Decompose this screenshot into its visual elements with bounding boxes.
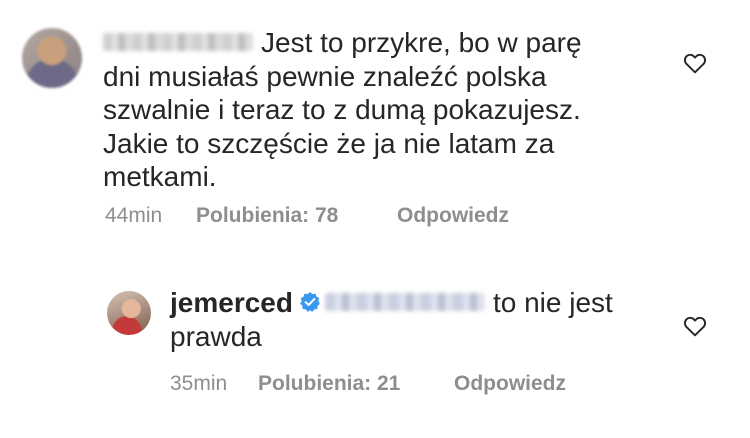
comment-line: Jest to przykre, bo w parę (261, 27, 582, 58)
heart-outline-icon[interactable] (683, 315, 707, 337)
comment-line: Jakie to szczęście że ja nie latam za (103, 127, 555, 159)
comment-text: jemerced to nie jest prawda (170, 286, 690, 353)
comment-text: Jest to przykre, bo w parę dni musiałaś p… (103, 26, 663, 194)
heart-outline-icon[interactable] (683, 52, 707, 74)
likes-count-link[interactable]: Polubienia: 78 (196, 204, 338, 228)
blurred-mention (324, 292, 485, 311)
comment-time: 35min (170, 372, 228, 395)
comment-line: metkami. (103, 161, 217, 192)
avatar[interactable] (22, 28, 82, 88)
blurred-username (103, 32, 253, 51)
comment-line: dni musiałaś pewnie znaleźć polska (103, 60, 547, 92)
comment-line: szwalnie i teraz to z dumą pokazujesz. (103, 94, 581, 125)
comment-time: 44min (105, 204, 163, 227)
comment-username[interactable]: jemerced (170, 287, 293, 318)
likes-count-link[interactable]: Polubienia: 21 (258, 372, 400, 396)
comment-line: prawda (170, 320, 262, 352)
verified-badge-icon (300, 291, 320, 312)
reply-button[interactable]: Odpowiedz (397, 204, 509, 228)
reply-button[interactable]: Odpowiedz (454, 372, 566, 396)
avatar[interactable] (107, 291, 151, 335)
comment-line: to nie jest (492, 287, 613, 318)
